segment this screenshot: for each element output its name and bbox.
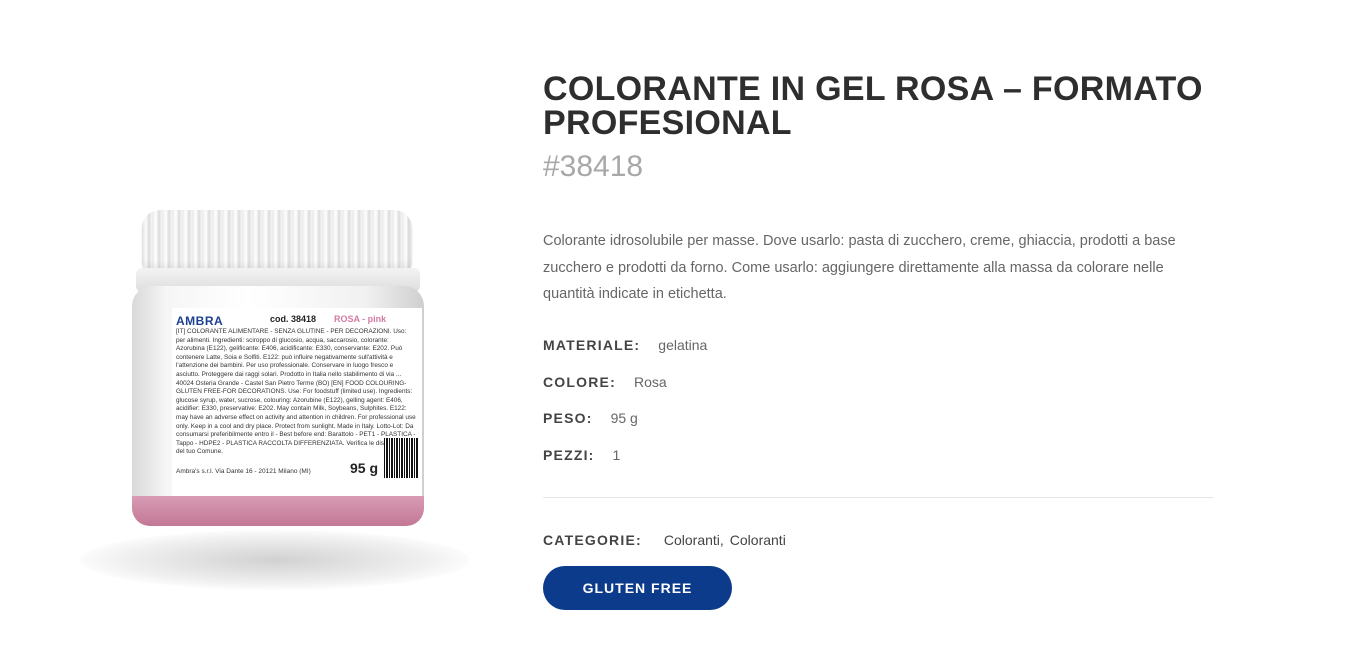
attribute-label: PESO:: [543, 410, 593, 426]
attribute-peso: PESO: 95 g: [543, 410, 638, 426]
jar-code: cod. 38418: [270, 314, 317, 324]
product-categories: CATEGORIE: Coloranti, Coloranti: [543, 532, 786, 548]
categories-label: CATEGORIE:: [543, 532, 642, 548]
barcode-icon: [384, 438, 418, 478]
attribute-label: COLORE:: [543, 374, 616, 390]
jar-body: AMBRA cod. 38418 ROSA - pink [IT] COLORA…: [132, 286, 424, 526]
attribute-pezzi: PEZZI: 1: [543, 447, 620, 463]
attribute-value: Rosa: [633, 374, 667, 390]
category-separator: ,: [719, 532, 724, 548]
jar-lid: [142, 210, 412, 272]
product-title: COLORANTE IN GEL ROSA – FORMATO PROFESIO…: [543, 70, 1203, 142]
jar-pink-content: [132, 496, 424, 526]
product-description: Colorante idrosolubile per masse. Dove u…: [543, 233, 1176, 302]
product-sku: #38418: [543, 150, 644, 183]
product-image[interactable]: AMBRA cod. 38418 ROSA - pink [IT] COLORA…: [40, 200, 510, 600]
category-link-coloranti[interactable]: Coloranti: [664, 532, 720, 548]
attribute-label: MATERIALE:: [543, 337, 641, 353]
divider: [543, 497, 1214, 498]
attribute-value: 95 g: [610, 410, 638, 426]
product-details: COLORANTE IN GEL ROSA – FORMATO PROFESIO…: [543, 70, 1223, 610]
attribute-value: 1: [612, 447, 621, 463]
jar-label: AMBRA cod. 38418 ROSA - pink [IT] COLORA…: [172, 308, 422, 498]
attribute-value: gelatina: [658, 337, 708, 353]
category-link-coloranti[interactable]: Coloranti: [730, 532, 786, 548]
jar-shadow: [80, 530, 470, 590]
jar-brand-logo: AMBRA: [176, 314, 224, 328]
jar-label-text: [IT] COLORANTE ALIMENTARE - SENZA GLUTIN…: [176, 328, 416, 456]
jar-color-name: ROSA - pink: [334, 314, 387, 324]
jar-weight: 95 g: [350, 460, 379, 476]
attribute-label: PEZZI:: [543, 447, 595, 463]
attribute-colore: COLORE: Rosa: [543, 374, 667, 390]
jar-address: Ambra's s.r.l. Via Dante 16 - 20121 Mila…: [176, 468, 311, 475]
attribute-materiale: MATERIALE: gelatina: [543, 337, 707, 353]
gluten-free-button[interactable]: GLUTEN FREE: [543, 566, 732, 610]
